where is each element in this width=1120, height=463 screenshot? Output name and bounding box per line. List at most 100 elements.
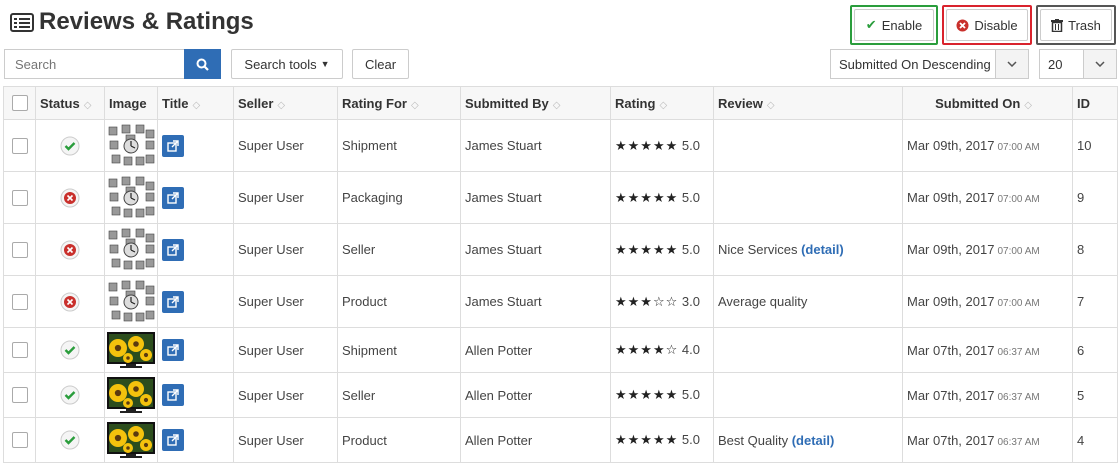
review-detail-link[interactable]: (detail)	[801, 242, 844, 257]
col-status[interactable]: Status ◇	[35, 86, 105, 120]
col-submitted-on[interactable]: Submitted On ◇	[902, 86, 1073, 120]
submitted-by-cell: James Stuart	[460, 119, 611, 172]
external-link-icon[interactable]	[162, 290, 184, 313]
rating-for-cell: Shipment	[337, 327, 461, 373]
row-select-cell	[3, 372, 36, 418]
review-cell	[713, 372, 903, 418]
rating-for-cell: Seller	[337, 223, 461, 276]
chevron-down-icon	[1083, 50, 1116, 78]
chevron-down-icon	[995, 50, 1028, 78]
table-row[interactable]: Super User Seller James Stuart ★★★★★ 5.0 Nic…	[3, 223, 1118, 276]
disabled-status-icon[interactable]	[60, 292, 80, 312]
disabled-status-icon[interactable]	[60, 188, 80, 208]
col-image: Image	[104, 86, 158, 120]
disable-button[interactable]: Disable	[946, 9, 1028, 41]
id-cell: 6	[1072, 327, 1118, 373]
page-title-text: Reviews & Ratings	[39, 8, 254, 35]
search-tools-button[interactable]: Search tools ▼	[231, 49, 343, 79]
review-cell	[713, 119, 903, 172]
table-row[interactable]: Super User Shipment James Stuart ★★★★★ 5.0 …	[3, 119, 1118, 172]
col-rating[interactable]: Rating ◇	[610, 86, 714, 120]
row-checkbox[interactable]	[11, 342, 28, 359]
sort-icon: ◇	[659, 99, 668, 111]
review-cell	[713, 171, 903, 224]
row-checkbox[interactable]	[11, 387, 28, 404]
table-header-row: Status ◇ Image Title ◇ Seller ◇ Rating For ◇…	[3, 86, 1118, 120]
review-cell: Best Quality (detail)	[713, 417, 903, 463]
page-header: Reviews & Ratings ✔ Enable Disable Trash	[0, 0, 1120, 45]
col-review[interactable]: Review ◇	[713, 86, 903, 120]
rating-value: 4.0	[681, 342, 700, 357]
row-select-cell	[3, 119, 36, 172]
row-checkbox[interactable]	[11, 189, 28, 206]
col-title[interactable]: Title ◇	[157, 86, 234, 120]
row-checkbox[interactable]	[11, 293, 28, 310]
col-rating-for[interactable]: Rating For ◇	[337, 86, 461, 120]
row-checkbox[interactable]	[11, 432, 28, 449]
rating-cell: ★★★★★ 5.0	[610, 417, 714, 463]
enabled-status-icon[interactable]	[60, 430, 80, 450]
search-input[interactable]	[4, 49, 184, 79]
row-checkbox[interactable]	[11, 137, 28, 154]
status-cell	[35, 275, 105, 328]
title-cell	[157, 223, 234, 276]
id-cell: 5	[1072, 372, 1118, 418]
table-row[interactable]: Super User Seller Allen Potter ★★★★★ 5.0 Ma…	[3, 372, 1118, 418]
submitted-on-cell: Mar 07th, 2017 06:37 AM	[902, 417, 1073, 463]
submitted-date: Mar 07th, 2017	[907, 342, 995, 358]
external-link-icon[interactable]	[162, 384, 184, 406]
page-size-select[interactable]: 20	[1039, 49, 1117, 79]
enable-button[interactable]: ✔ Enable	[854, 9, 934, 41]
clear-button[interactable]: Clear	[352, 49, 409, 79]
seller-cell: Super User	[233, 372, 338, 418]
rating-value: 5.0	[681, 137, 700, 153]
row-select-cell	[3, 327, 36, 373]
rating-value: 5.0	[681, 189, 700, 205]
sort-icon: ◇	[1024, 99, 1032, 111]
external-link-icon[interactable]	[162, 186, 184, 209]
enabled-status-icon[interactable]	[60, 340, 80, 360]
disabled-status-icon[interactable]	[60, 240, 80, 260]
col-submitted-by[interactable]: Submitted By ◇	[460, 86, 611, 120]
search-icon	[196, 58, 209, 71]
col-label: Status	[40, 95, 80, 111]
search-button[interactable]	[184, 49, 221, 79]
id-cell: 4	[1072, 417, 1118, 463]
table-row[interactable]: Super User Product Allen Potter ★★★★★ 5.0 Be…	[3, 417, 1118, 463]
rating-cell: ★★★☆☆ 3.0	[610, 275, 714, 328]
col-id[interactable]: ID	[1072, 86, 1118, 120]
row-checkbox[interactable]	[11, 241, 28, 258]
submitted-time: 07:00 AM	[997, 194, 1040, 205]
external-link-icon[interactable]	[162, 339, 184, 361]
external-link-icon[interactable]	[162, 134, 184, 157]
reviews-table: Status ◇ Image Title ◇ Seller ◇ Rating For ◇…	[3, 86, 1118, 463]
row-select-cell	[3, 171, 36, 224]
sort-select[interactable]: Submitted On Descending	[830, 49, 1029, 79]
seller-cell: Super User	[233, 275, 338, 328]
rating-cell: ★★★★☆ 4.0	[610, 327, 714, 373]
sort-icon: ◇	[277, 99, 286, 111]
external-link-icon[interactable]	[162, 429, 184, 451]
submitted-by-cell: Allen Potter	[460, 417, 611, 463]
enabled-status-icon[interactable]	[60, 136, 80, 156]
status-cell	[35, 171, 105, 224]
enabled-status-icon[interactable]	[60, 385, 80, 405]
col-seller[interactable]: Seller ◇	[233, 86, 338, 120]
image-cell	[104, 417, 158, 463]
table-row[interactable]: Super User Packaging James Stuart ★★★★★ 5.0…	[3, 171, 1118, 224]
title-cell	[157, 372, 234, 418]
review-text: Best Quality	[718, 432, 789, 448]
submitted-date: Mar 09th, 2017	[907, 138, 995, 153]
image-cell	[104, 223, 158, 276]
table-row[interactable]: Super User Product James Stuart ★★★☆☆ 3.0 Av…	[3, 275, 1118, 328]
select-all-cell	[3, 86, 36, 120]
sort-icon: ◇	[552, 99, 561, 111]
rating-for-cell: Seller	[337, 372, 461, 418]
submitted-by-cell: Allen Potter	[460, 372, 611, 418]
select-all-checkbox[interactable]	[11, 95, 28, 112]
review-detail-link[interactable]: (detail)	[792, 433, 835, 448]
external-link-icon[interactable]	[162, 238, 184, 261]
submitted-time: 06:37 AM	[997, 391, 1040, 403]
trash-button[interactable]: Trash	[1040, 9, 1112, 41]
table-row[interactable]: Super User Shipment Allen Potter ★★★★☆ 4.0 …	[3, 327, 1118, 373]
